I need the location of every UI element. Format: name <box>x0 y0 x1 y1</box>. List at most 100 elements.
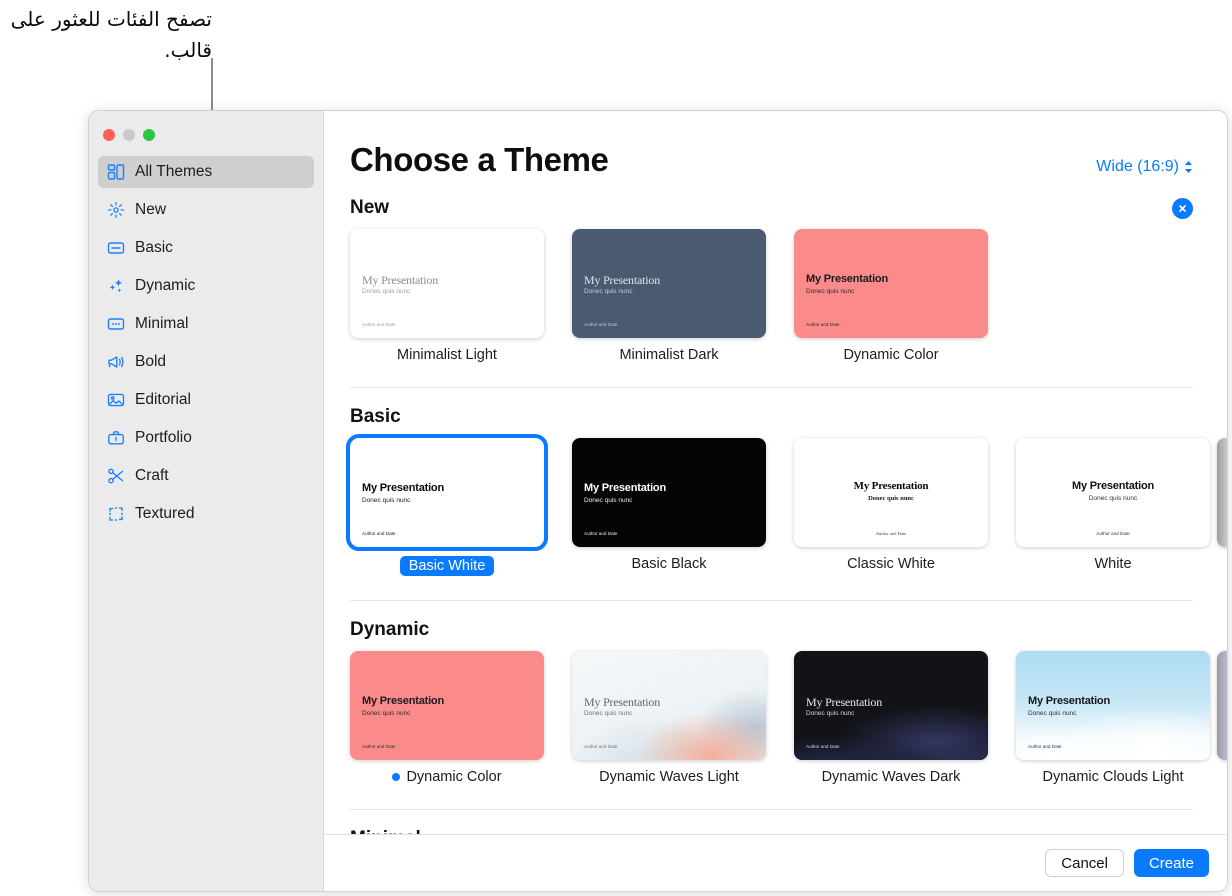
theme-caption: Dynamic Waves Light <box>572 769 766 785</box>
aspect-ratio-value: Wide (16:9) <box>1096 158 1179 175</box>
page-title: Choose a Theme <box>350 141 609 178</box>
thumbnail-subtitle: Donec quis nunc <box>1028 710 1077 717</box>
main-panel: Choose a Theme Wide (16:9) New My Present… <box>324 111 1227 891</box>
theme-card-partial[interactable] <box>1217 438 1227 547</box>
theme-row: My Presentation Donec quis nunc Author and… <box>350 229 1227 363</box>
thumbnail-footer: Author and Date <box>584 744 618 749</box>
thumbnail-title: My Presentation <box>362 273 438 287</box>
theme-thumbnail[interactable]: My Presentation Donec quis nunc Author and… <box>350 651 544 760</box>
sidebar-item-textured[interactable]: Textured <box>98 498 314 530</box>
theme-thumbnail[interactable]: My Presentation Donec quis nunc Author and… <box>572 651 766 760</box>
thumbnail-title: My Presentation <box>584 482 666 494</box>
sidebar-item-label: Dynamic <box>135 277 196 294</box>
thumbnail-subtitle: Donec quis nunc <box>584 288 633 295</box>
close-window-button[interactable] <box>103 128 115 141</box>
thumbnail-subtitle: Donec quis nunc <box>362 288 411 295</box>
theme-thumbnail[interactable]: My Presentation Donec quis nunc Author and… <box>1016 438 1210 547</box>
thumbnail-title: My Presentation <box>584 273 660 287</box>
section-title: New <box>350 197 390 218</box>
theme-thumbnail[interactable]: My Presentation Donec quis nunc Author and… <box>794 651 988 760</box>
current-theme-dot-icon <box>392 773 401 781</box>
theme-thumbnail[interactable]: My Presentation Donec quis nunc Author and… <box>1016 651 1210 760</box>
sidebar-item-portfolio[interactable]: Portfolio <box>98 422 314 454</box>
theme-thumbnail[interactable]: My Presentation Donec quis nunc Author and… <box>346 434 548 551</box>
thumbnail-subtitle: Donec quis nunc <box>806 710 855 717</box>
scissors-icon <box>106 467 125 486</box>
main-header: Choose a Theme Wide (16:9) <box>324 111 1227 179</box>
dialog-footer: Cancel Create <box>324 834 1227 891</box>
thumbnail-title: My Presentation <box>853 480 929 492</box>
theme-card[interactable]: My Presentation Donec quis nunc Author and… <box>572 651 766 785</box>
thumbnail-footer: Author and Date <box>1028 744 1062 749</box>
sidebar-item-basic[interactable]: Basic <box>98 232 314 264</box>
thumbnail-footer: Author and Date <box>362 531 396 536</box>
close-section-button[interactable] <box>1172 197 1193 219</box>
sidebar-item-all-themes[interactable]: All Themes <box>98 156 314 188</box>
zoom-window-button[interactable] <box>143 128 155 141</box>
theme-row: My Presentation Donec quis nunc Author and… <box>346 434 1227 576</box>
grid-squares-icon <box>106 163 125 182</box>
section-header: Dynamic <box>350 601 1227 651</box>
thumbnail-subtitle: Donec quis nunc <box>362 710 411 717</box>
theme-card[interactable]: My Presentation Donec quis nunc Author and… <box>1016 651 1210 785</box>
theme-caption: Minimalist Dark <box>572 347 766 363</box>
thumbnail-title: My Presentation <box>1028 695 1110 707</box>
theme-card[interactable]: My Presentation Donec quis nunc Author and… <box>794 651 988 785</box>
theme-thumbnail[interactable]: My Presentation Donec quis nunc Author and… <box>572 229 766 338</box>
sidebar-item-label: New <box>135 201 167 218</box>
theme-thumbnail[interactable]: My Presentation Donec quis nunc Author and… <box>350 229 544 338</box>
theme-name-label: Minimalist Dark <box>619 347 719 363</box>
theme-caption: White <box>1016 556 1210 572</box>
screenshot-root: تصفح الفئات للعثور على قالب. All Themes N… <box>0 0 1232 896</box>
sidebar-item-new[interactable]: New <box>98 194 314 226</box>
cancel-button[interactable]: Cancel <box>1045 849 1124 877</box>
theme-name-label: Dynamic Color <box>843 347 939 363</box>
theme-card[interactable]: My Presentation Donec quis nunc Author and… <box>572 229 766 363</box>
theme-row: My Presentation Donec quis nunc Author and… <box>350 651 1227 785</box>
theme-caption: Basic Black <box>572 556 766 572</box>
theme-thumbnail[interactable]: My Presentation Donec quis nunc Author and… <box>572 438 766 547</box>
theme-card[interactable]: My Presentation Donec quis nunc Author and… <box>572 438 766 576</box>
sidebar-item-label: All Themes <box>135 163 213 180</box>
thumbnail-footer: Author and Date <box>875 531 907 536</box>
sidebar-item-label: Minimal <box>135 315 189 332</box>
sidebar-category-list: All Themes New Basic Dynamic Minimal Bold Edit… <box>89 147 323 530</box>
sidebar-item-label: Portfolio <box>135 429 192 446</box>
create-button[interactable]: Create <box>1133 849 1209 877</box>
sidebar-item-dynamic[interactable]: Dynamic <box>98 270 314 302</box>
sidebar-item-craft[interactable]: Craft <box>98 460 314 492</box>
theme-card[interactable]: My Presentation Donec quis nunc Author and… <box>346 434 548 576</box>
aspect-ratio-dropdown[interactable]: Wide (16:9) <box>1096 158 1193 176</box>
annotation-callout-text: تصفح الفئات للعثور على قالب. <box>10 7 212 62</box>
theme-name-label: Basic Black <box>631 556 707 572</box>
theme-caption: Dynamic Color <box>794 347 988 363</box>
theme-card-partial[interactable] <box>1217 651 1227 760</box>
sidebar-item-editorial[interactable]: Editorial <box>98 384 314 416</box>
sidebar-item-minimal[interactable]: Minimal <box>98 308 314 340</box>
thumbnail-subtitle: Donec quis nunc <box>1088 495 1138 502</box>
sidebar-item-bold[interactable]: Bold <box>98 346 314 378</box>
theme-card[interactable]: My Presentation Donec quis nunc Author and… <box>350 229 544 363</box>
photo-icon <box>106 391 125 410</box>
chevron-updown-icon <box>1184 160 1193 174</box>
thumbnail-footer: Author and Date <box>1096 531 1130 536</box>
rectangle-dots-icon <box>106 315 125 334</box>
sidebar-item-label: Editorial <box>135 391 191 408</box>
sidebar-item-label: Textured <box>135 505 195 522</box>
theme-name-label: Dynamic Color <box>406 769 502 785</box>
briefcase-icon <box>106 429 125 448</box>
theme-card[interactable]: My Presentation Donec quis nunc Author and… <box>794 438 988 576</box>
theme-thumbnail[interactable]: My Presentation Donec quis nunc Author and… <box>794 229 988 338</box>
theme-card[interactable]: My Presentation Donec quis nunc Author and… <box>350 651 544 785</box>
theme-name-label: Dynamic Clouds Light <box>1042 769 1184 785</box>
section-header: New <box>350 179 1227 229</box>
theme-thumbnail[interactable]: My Presentation Donec quis nunc Author and… <box>794 438 988 547</box>
thumbnail-title: My Presentation <box>362 482 444 494</box>
sidebar-item-label: Bold <box>135 353 167 370</box>
theme-scroll-area[interactable]: New My Presentation Donec quis nunc Author … <box>324 179 1227 834</box>
window-traffic-lights <box>89 111 323 147</box>
theme-card[interactable]: My Presentation Donec quis nunc Author and… <box>1016 438 1210 576</box>
minimize-window-button[interactable] <box>123 128 135 141</box>
thumbnail-subtitle: Donec quis nunc <box>584 710 633 717</box>
theme-card[interactable]: My Presentation Donec quis nunc Author and… <box>794 229 988 363</box>
